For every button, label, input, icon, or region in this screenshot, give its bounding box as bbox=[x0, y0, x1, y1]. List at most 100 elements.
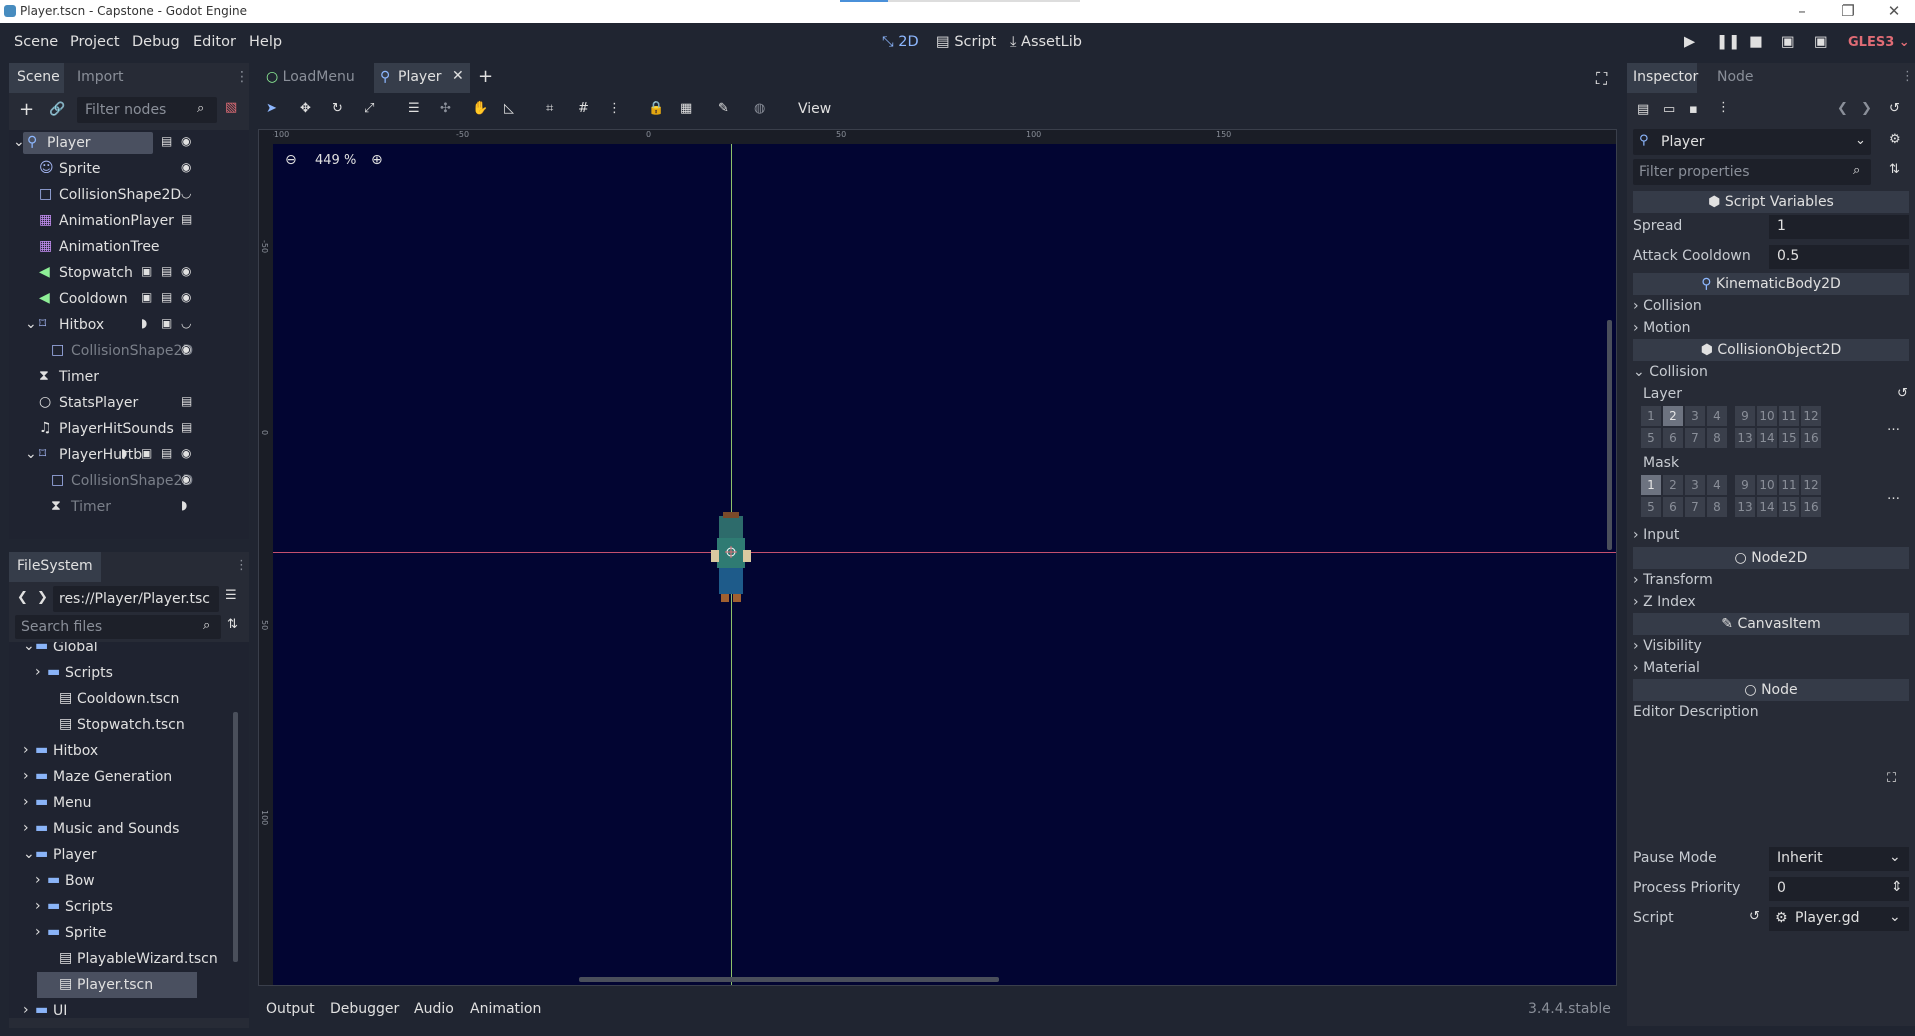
chevron-icon[interactable]: ⌄ bbox=[23, 642, 35, 654]
scene-node-row[interactable]: □ CollisionShape2D ◡ bbox=[9, 182, 249, 208]
history-icon[interactable]: ↺ bbox=[1889, 101, 1900, 116]
editor-description-field[interactable]: ⛶ bbox=[1633, 725, 1909, 833]
zoom-in-icon[interactable]: ⊕ bbox=[371, 152, 383, 168]
split-view-icon[interactable]: ☰ bbox=[225, 588, 237, 603]
script-icon[interactable]: ▤ bbox=[181, 212, 192, 226]
scene-node-row[interactable]: ▦ AnimationPlayer ▤ bbox=[9, 208, 249, 234]
file-item[interactable]: › ▬ Maze Generation bbox=[9, 764, 229, 790]
menu-scene[interactable]: Scene bbox=[14, 34, 58, 50]
prop-spread-field[interactable]: 1 bbox=[1769, 215, 1909, 239]
chevron-icon[interactable]: › bbox=[35, 664, 41, 680]
file-item[interactable]: ⌄ ▬ Global bbox=[9, 642, 229, 660]
filter-properties-input[interactable]: Filter properties ⌕ bbox=[1633, 159, 1871, 185]
minimize-icon[interactable]: – bbox=[1782, 0, 1822, 22]
eye-icon[interactable]: ◉ bbox=[181, 134, 191, 148]
bit-toggle[interactable]: 2 bbox=[1663, 406, 1683, 426]
menu-help[interactable]: Help bbox=[249, 34, 282, 50]
bit-toggle[interactable]: 10 bbox=[1757, 475, 1777, 495]
canvas-viewport[interactable]: -100 -50 0 50 100 150 -50 0 50 100 ⊖ 449 % ⊕ bbox=[258, 129, 1617, 986]
bit-toggle[interactable]: 13 bbox=[1735, 428, 1755, 448]
eye-icon[interactable]: ◉ bbox=[181, 342, 191, 356]
tab-inspector[interactable]: Inspector bbox=[1627, 63, 1698, 93]
bit-toggle[interactable]: 9 bbox=[1735, 475, 1755, 495]
chevron-icon[interactable]: › bbox=[35, 898, 41, 914]
file-item[interactable]: ▤ PlayableWizard.tscn bbox=[9, 946, 229, 972]
player-sprite[interactable] bbox=[701, 510, 761, 608]
bottom-tab-animation[interactable]: Animation bbox=[470, 1001, 541, 1017]
file-item[interactable]: › ▬ Hitbox bbox=[9, 738, 229, 764]
bit-toggle[interactable]: 13 bbox=[1735, 497, 1755, 517]
play-custom-scene-icon[interactable]: ▣ bbox=[1814, 34, 1828, 50]
group-input[interactable]: › Input bbox=[1633, 527, 1679, 543]
menu-project[interactable]: Project bbox=[70, 34, 120, 50]
bone-icon[interactable]: ✎ bbox=[718, 101, 729, 116]
workspace-script-button[interactable]: ▤ Script bbox=[936, 34, 996, 50]
tab-loadmenu[interactable]: ○ LoadMenu bbox=[266, 69, 355, 85]
file-item[interactable]: › ▬ Music and Sounds bbox=[9, 816, 229, 842]
file-item[interactable]: › ▬ Bow bbox=[9, 868, 229, 894]
bottom-tab-audio[interactable]: Audio bbox=[414, 1001, 454, 1017]
signal-icon[interactable]: ▣ bbox=[161, 316, 172, 330]
bit-toggle[interactable]: 9 bbox=[1735, 406, 1755, 426]
bit-toggle[interactable]: 8 bbox=[1707, 428, 1727, 448]
pause-mode-select[interactable]: Inherit ⌄ bbox=[1769, 847, 1909, 871]
chevron-icon[interactable]: › bbox=[23, 742, 29, 758]
restore-icon[interactable]: ❐ bbox=[1828, 0, 1868, 22]
play-scene-icon[interactable]: ▣ bbox=[1781, 34, 1795, 50]
close-tab-icon[interactable]: ✕ bbox=[452, 68, 464, 84]
tab-import[interactable]: Import bbox=[77, 69, 123, 85]
file-item[interactable]: ▤ Stopwatch.tscn bbox=[9, 712, 229, 738]
bit-toggle[interactable]: 4 bbox=[1707, 406, 1727, 426]
bit-toggle[interactable]: 14 bbox=[1757, 428, 1777, 448]
pan-tool-icon[interactable]: ✋ bbox=[472, 101, 488, 116]
bit-toggle[interactable]: 2 bbox=[1663, 475, 1683, 495]
file-item[interactable]: › ▬ Scripts bbox=[9, 894, 229, 920]
bit-toggle[interactable]: 3 bbox=[1685, 406, 1705, 426]
chevron-icon[interactable]: › bbox=[23, 1002, 29, 1018]
bit-toggle[interactable]: 6 bbox=[1663, 497, 1683, 517]
scene-node-row[interactable]: ☺ Sprite ◉ bbox=[9, 156, 249, 182]
new-resource-icon[interactable]: ▤ bbox=[1637, 102, 1649, 117]
horizontal-scrollbar[interactable] bbox=[579, 977, 999, 982]
revert-icon[interactable]: ↺ bbox=[1897, 386, 1908, 401]
bit-toggle[interactable]: 12 bbox=[1801, 406, 1821, 426]
group-zindex[interactable]: › Z Index bbox=[1633, 594, 1696, 610]
ruler-tool-icon[interactable]: ◺ bbox=[504, 101, 514, 116]
bottom-tab-output[interactable]: Output bbox=[266, 1001, 315, 1017]
back-icon[interactable]: ❮ bbox=[17, 590, 28, 605]
revert-icon[interactable]: ↺ bbox=[1749, 909, 1760, 924]
file-tree-scrollbar[interactable] bbox=[233, 712, 238, 962]
scene-node-row[interactable]: ⧗ Timer bbox=[9, 364, 249, 390]
path-field[interactable]: res://Player/Player.tsc bbox=[53, 586, 219, 612]
group-icon[interactable]: ▦ bbox=[680, 101, 692, 116]
filter-nodes-input[interactable]: Filter nodes ⌕ bbox=[77, 97, 217, 123]
select-tool-icon[interactable]: ➤ bbox=[266, 101, 277, 116]
scene-node-row[interactable]: □ CollisionShape2D ◉ bbox=[9, 468, 249, 494]
bit-toggle[interactable]: 4 bbox=[1707, 475, 1727, 495]
group-collision-expanded[interactable]: ⌄ Collision bbox=[1633, 364, 1708, 380]
eye-icon[interactable]: ◉ bbox=[181, 472, 191, 486]
rss-icon[interactable]: ◗ bbox=[121, 446, 127, 460]
sort-icon[interactable]: ⇅ bbox=[227, 617, 238, 632]
chevron-down-icon[interactable]: ⌄ bbox=[25, 446, 37, 462]
scene-node-row[interactable]: ⌄ ⌑ PlayerHurtb ◉ ▤ ▣ ◗ bbox=[9, 442, 249, 468]
scale-tool-icon[interactable]: ⤢ bbox=[364, 101, 374, 116]
link-icon[interactable]: 🔗 bbox=[49, 102, 65, 117]
camera-override-icon[interactable]: ◍ bbox=[754, 101, 765, 116]
script-add-icon[interactable]: ▧ bbox=[225, 100, 237, 115]
tab-scene[interactable]: Scene bbox=[9, 63, 64, 93]
menu-debug[interactable]: Debug bbox=[132, 34, 180, 50]
play-icon[interactable]: ▶ bbox=[1684, 34, 1695, 50]
open-folder-icon[interactable]: ▭ bbox=[1663, 102, 1675, 117]
rotate-tool-icon[interactable]: ↻ bbox=[332, 101, 343, 116]
scene-node-row[interactable]: ♫ PlayerHitSounds ▤ bbox=[9, 416, 249, 442]
scene-node-row[interactable]: ⌄ ⚲ Player ◉ ▤ bbox=[9, 130, 249, 156]
sort-properties-icon[interactable]: ⇅ bbox=[1889, 162, 1900, 177]
file-item[interactable]: › ▬ UI bbox=[9, 998, 229, 1018]
prop-attack-cooldown-field[interactable]: 0.5 bbox=[1769, 245, 1909, 269]
menu-editor[interactable]: Editor bbox=[193, 34, 236, 50]
dock-menu-icon[interactable]: ⋮ bbox=[1901, 69, 1914, 84]
script-icon[interactable]: ▤ bbox=[161, 446, 172, 460]
scene-node-row[interactable]: ⧗ Timer ◗ bbox=[9, 494, 249, 520]
bit-toggle[interactable]: 16 bbox=[1801, 428, 1821, 448]
